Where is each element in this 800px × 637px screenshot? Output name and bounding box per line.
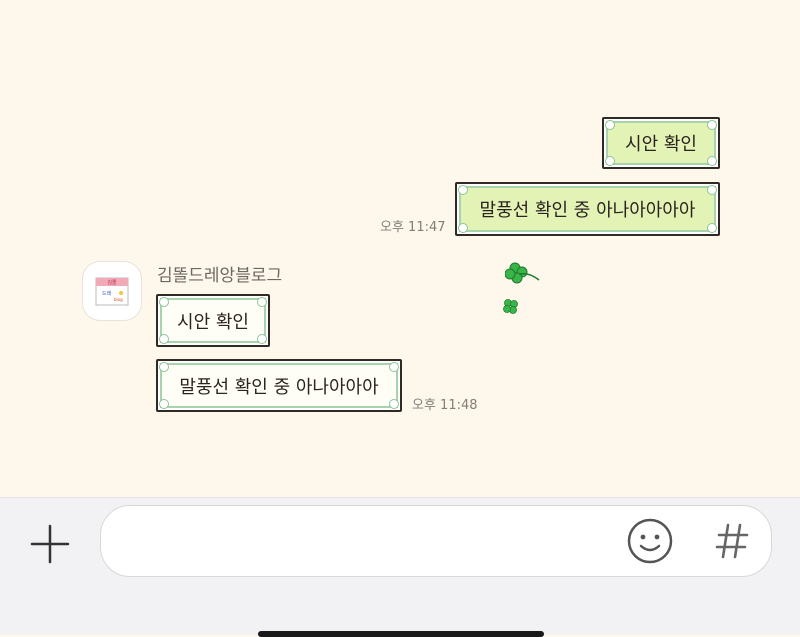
incoming-bubble[interactable]: 시안 확인 bbox=[156, 294, 270, 347]
corner-ornament bbox=[707, 120, 717, 130]
home-indicator bbox=[258, 631, 544, 637]
corner-ornament bbox=[257, 297, 267, 307]
corner-ornament bbox=[159, 297, 169, 307]
message-text: 말풍선 확인 중 아나아아아 bbox=[179, 376, 379, 398]
corner-ornament bbox=[257, 334, 267, 344]
corner-ornament bbox=[605, 120, 615, 130]
corner-ornament bbox=[707, 156, 717, 166]
message-timestamp: 오후 11:47 bbox=[380, 220, 446, 235]
svg-text:김똘: 김똘 bbox=[107, 279, 117, 286]
message-text: 시안 확인 bbox=[177, 311, 249, 333]
smiley-icon bbox=[627, 518, 673, 564]
svg-text:blog: blog bbox=[114, 297, 123, 302]
corner-ornament bbox=[389, 399, 399, 409]
avatar-image: 김똘 드레 blog bbox=[95, 277, 129, 306]
svg-text:드레: 드레 bbox=[102, 290, 112, 297]
emoji-button[interactable] bbox=[626, 517, 674, 565]
sender-name: 김똘드레앙블로그 bbox=[157, 266, 283, 286]
outgoing-bubble[interactable]: 시안 확인 bbox=[602, 117, 720, 169]
corner-ornament bbox=[707, 223, 717, 233]
clover-icon bbox=[505, 262, 540, 284]
message-text: 시안 확인 bbox=[625, 134, 697, 155]
plus-button[interactable] bbox=[28, 522, 72, 566]
message-text: 말풍선 확인 중 아나아아아아 bbox=[479, 200, 696, 221]
corner-ornament bbox=[458, 223, 468, 233]
plus-icon bbox=[30, 524, 70, 564]
hash-button[interactable] bbox=[712, 519, 752, 563]
clover-icon bbox=[503, 299, 518, 314]
corner-ornament bbox=[458, 185, 468, 195]
corner-ornament bbox=[605, 156, 615, 166]
hash-icon bbox=[715, 523, 749, 559]
avatar[interactable]: 김똘 드레 blog bbox=[82, 261, 142, 321]
message-timestamp: 오후 11:48 bbox=[412, 398, 478, 413]
corner-ornament bbox=[707, 185, 717, 195]
corner-ornament bbox=[159, 399, 169, 409]
outgoing-bubble[interactable]: 말풍선 확인 중 아나아아아아 bbox=[455, 182, 720, 236]
corner-ornament bbox=[159, 362, 169, 372]
chat-area: 시안 확인 말풍선 확인 중 아나아아아아 오후 11:47 김똘 드레 blo… bbox=[0, 0, 800, 497]
corner-ornament bbox=[159, 334, 169, 344]
corner-ornament bbox=[389, 362, 399, 372]
incoming-bubble[interactable]: 말풍선 확인 중 아나아아아 bbox=[156, 359, 402, 412]
